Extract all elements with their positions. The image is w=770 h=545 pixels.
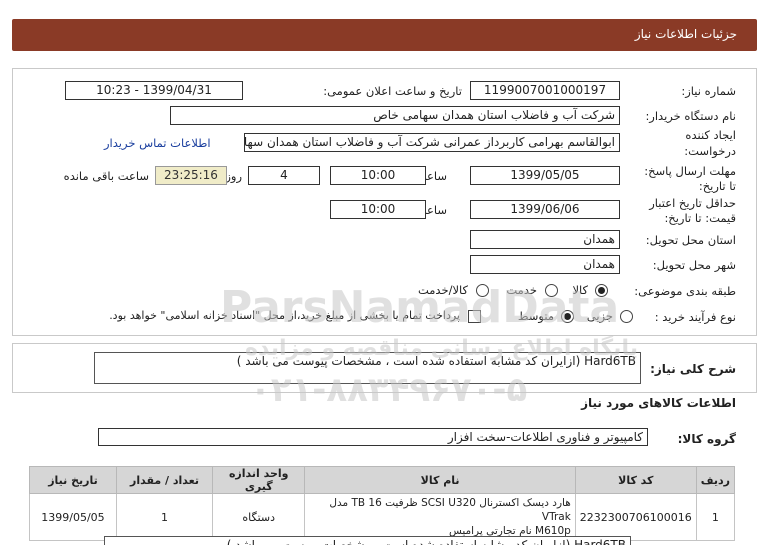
need-number-label: شماره نیاز: bbox=[681, 84, 736, 98]
goods-group-field: کامپیوتر و فناوری اطلاعات-سخت افزار bbox=[98, 428, 648, 446]
remaining-time-field: 23:25:16 bbox=[155, 166, 227, 185]
remaining-label: ساعت باقی مانده bbox=[63, 169, 149, 183]
validity-label-1: حداقل تاریخ اعتبار bbox=[649, 196, 736, 210]
row-name-line1: هارد دیسک اکسترنال SCSI U320 ظرفیت 16 TB… bbox=[329, 497, 571, 523]
reply-date-field: 1399/05/05 bbox=[470, 166, 620, 185]
validity-time-field: 10:00 bbox=[330, 200, 426, 219]
col-name: نام کالا bbox=[304, 466, 576, 494]
col-index: ردیف bbox=[695, 466, 736, 494]
col-code: کد کالا bbox=[574, 466, 697, 494]
reply-deadline-label-2: تا تاریخ: bbox=[698, 179, 736, 193]
description-label: شرح کلی نیاز: bbox=[650, 362, 736, 376]
goods-group-label: گروه کالا: bbox=[677, 432, 736, 446]
bottom-description-field: Hard6TB (ازایران کد مشابه استفاده شده اس… bbox=[104, 536, 631, 545]
col-unit: واحد اندازه گیری bbox=[212, 466, 306, 494]
city-label: شهر محل تحویل: bbox=[652, 258, 736, 272]
days-remaining-field: 4 bbox=[248, 166, 320, 185]
process-label: نوع فرآیند خرید : bbox=[654, 310, 736, 324]
buyer-org-label: نام دستگاه خریدار: bbox=[645, 109, 736, 123]
table-row[interactable]: 1 2232300706100016 هارد دیسک اکسترنال SC… bbox=[29, 493, 736, 541]
watermark-phone: ۰۲۱-۸۸۳۴۹۶۷۰-۵ bbox=[250, 370, 528, 410]
need-number-field: 1199007001000197 bbox=[470, 81, 620, 100]
buyer-contact-link[interactable]: اطلاعات تماس خریدار bbox=[104, 136, 211, 150]
watermark-tagline: پایگاه اطلاع رسانی مناقصه و مزایده bbox=[245, 336, 638, 361]
reply-deadline-label-1: مهلت ارسال پاسخ: bbox=[644, 164, 736, 178]
requester-label-2: درخواست: bbox=[684, 144, 736, 158]
watermark-logo-text: ParsNamadData bbox=[220, 282, 620, 333]
row-index: 1 bbox=[695, 493, 736, 541]
requester-field: ابوالقاسم بهرامی کاربرداز عمرانی شرکت آب… bbox=[244, 133, 620, 152]
row-code: 2232300706100016 bbox=[574, 493, 697, 541]
announce-datetime-field: 1399/04/31 - 10:23 bbox=[65, 81, 243, 100]
row-date: 1399/05/05 bbox=[29, 493, 117, 541]
goods-table-header: ردیف کد کالا نام کالا واحد اندازه گیری ت… bbox=[29, 466, 736, 494]
category-label: طبقه بندی موضوعی: bbox=[634, 284, 736, 298]
process-radio-minor[interactable] bbox=[620, 310, 633, 323]
buyer-org-field: شرکت آب و فاضلاب استان همدان سهامی خاص bbox=[170, 106, 620, 125]
province-label: استان محل تحویل: bbox=[645, 233, 736, 247]
announce-label: تاریخ و ساعت اعلان عمومی: bbox=[323, 84, 462, 98]
page-header: جزئیات اطلاعات نیاز bbox=[12, 19, 757, 51]
row-name: هارد دیسک اکسترنال SCSI U320 ظرفیت 16 TB… bbox=[304, 493, 576, 541]
col-qty: تعداد / مقدار bbox=[115, 466, 214, 494]
validity-label-2: قیمت: تا تاریخ: bbox=[664, 211, 736, 225]
validity-date-field: 1399/06/06 bbox=[470, 200, 620, 219]
city-field: همدان bbox=[470, 255, 620, 274]
page-title: جزئیات اطلاعات نیاز bbox=[634, 27, 737, 41]
goods-table: ردیف کد کالا نام کالا واحد اندازه گیری ت… bbox=[29, 466, 736, 541]
requester-label-1: ایجاد کننده bbox=[685, 128, 736, 142]
goods-section-title: اطلاعات کالاهای مورد نیاز bbox=[581, 396, 736, 410]
row-unit: دستگاه bbox=[212, 493, 306, 541]
row-qty: 1 bbox=[115, 493, 214, 541]
col-date: تاریخ نیاز bbox=[29, 466, 117, 494]
reply-time-field: 10:00 bbox=[330, 166, 426, 185]
province-field: همدان bbox=[470, 230, 620, 249]
